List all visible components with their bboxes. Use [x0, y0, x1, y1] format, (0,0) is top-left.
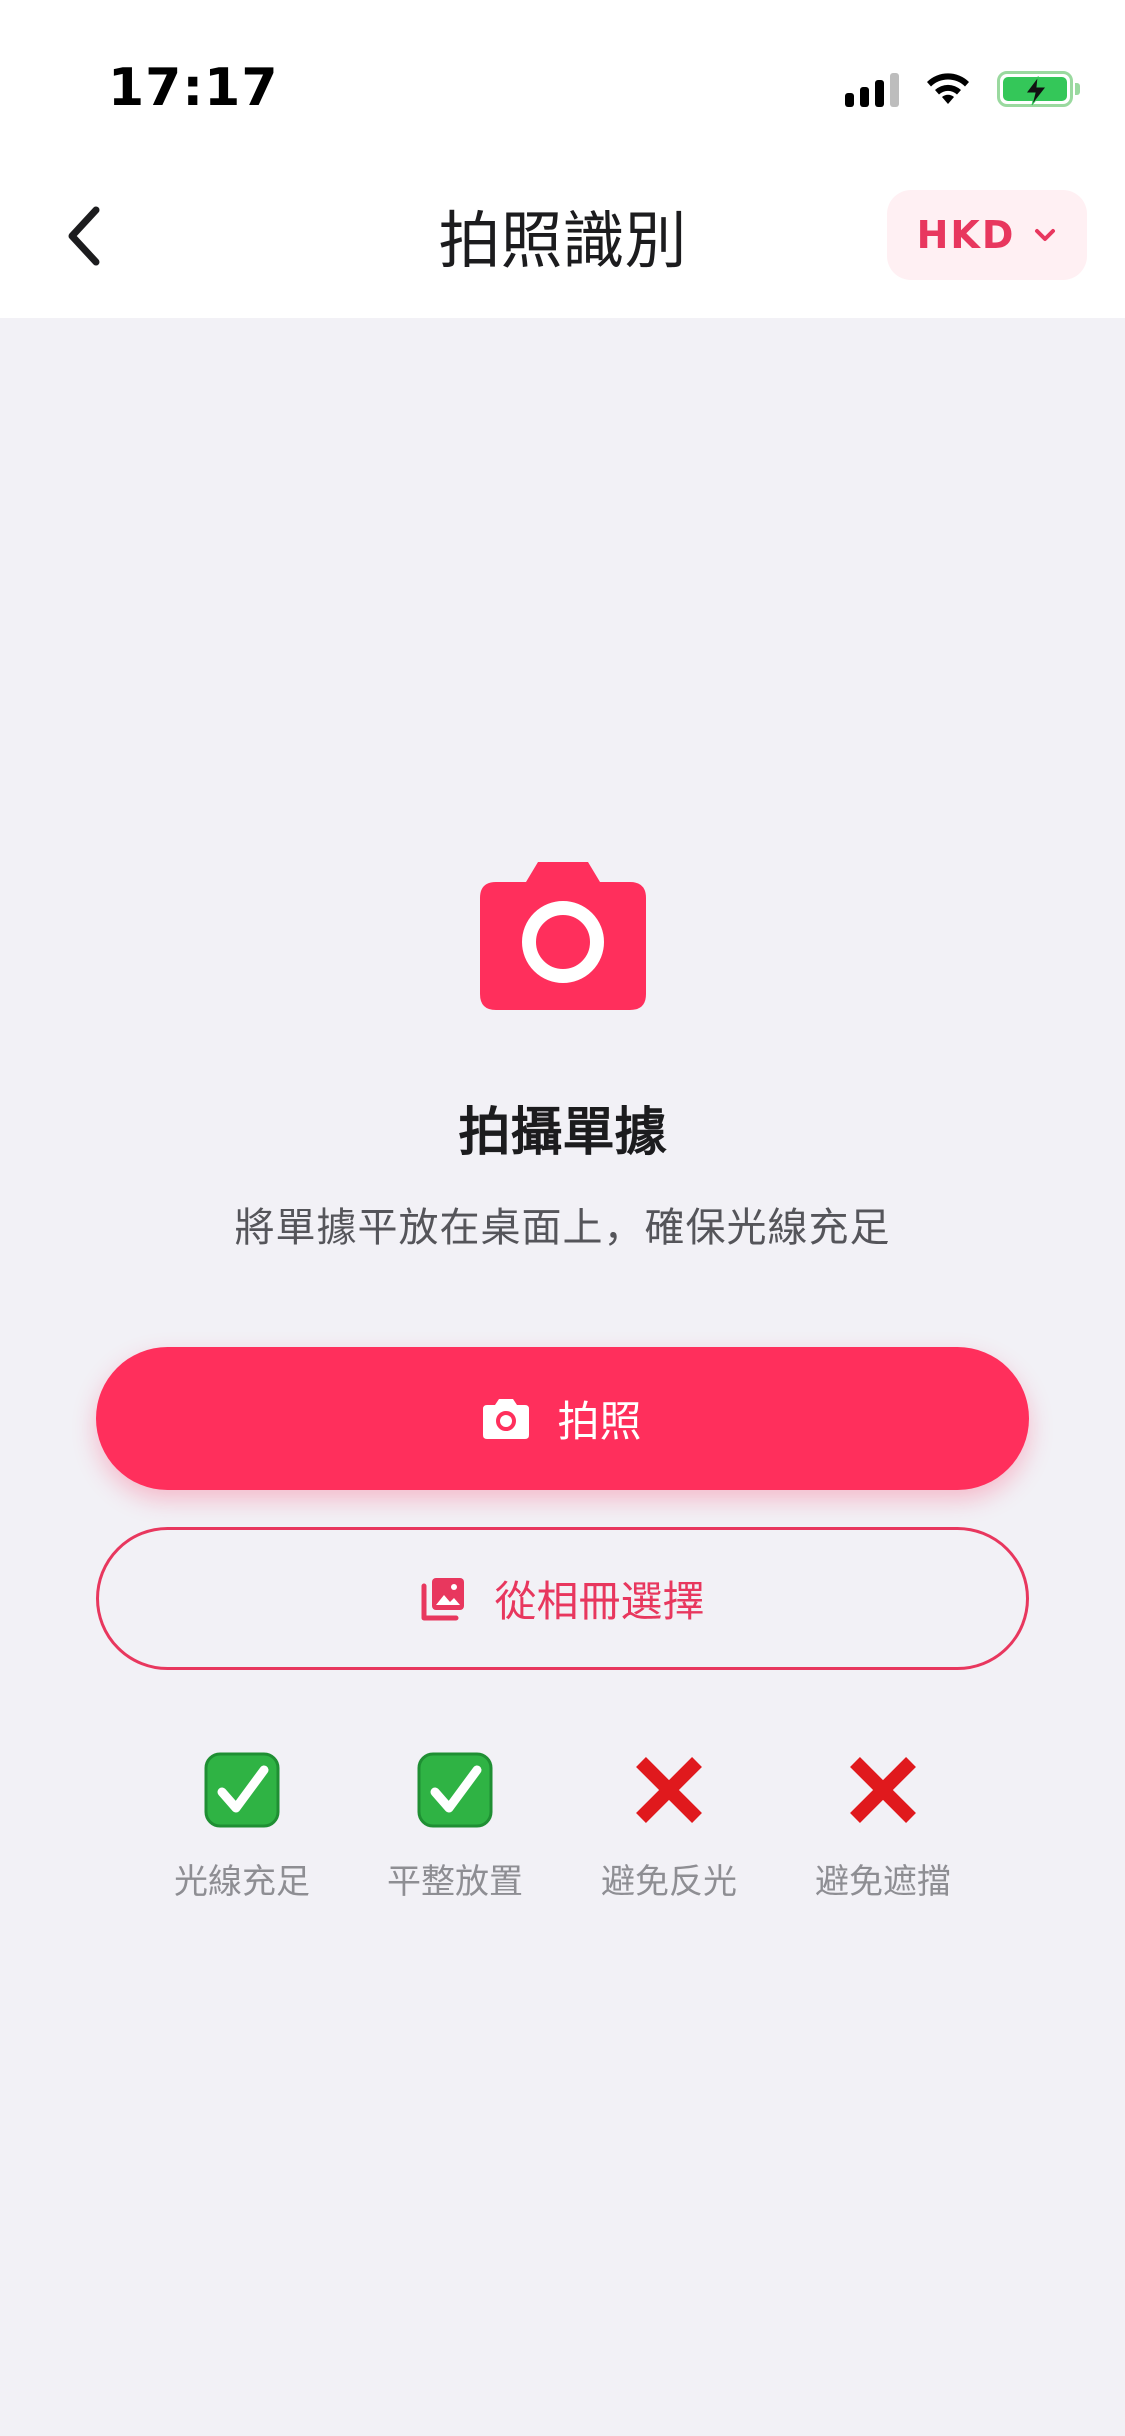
tip-label: 平整放置	[387, 1862, 523, 1902]
tip-item: 避免遮擋	[793, 1752, 973, 1903]
status-time: 17:17	[108, 58, 279, 118]
chevron-left-icon	[68, 206, 100, 266]
tip-item: 光線充足	[152, 1752, 332, 1903]
currency-selector[interactable]: HKD	[887, 190, 1087, 280]
tip-label: 避免反光	[601, 1862, 737, 1902]
section-heading: 拍攝單據	[458, 1103, 667, 1163]
header: 17:17 拍照識別 HKD	[0, 0, 1125, 318]
currency-label: HKD	[916, 213, 1016, 257]
status-icons	[845, 64, 1080, 114]
choose-from-album-button[interactable]: 從相冊選擇	[96, 1527, 1029, 1670]
tip-label: 光線充足	[174, 1862, 310, 1902]
check-mark-icon	[417, 1752, 493, 1828]
check-mark-icon	[204, 1752, 280, 1828]
tip-item: 平整放置	[365, 1752, 545, 1903]
cross-mark-icon	[850, 1757, 916, 1823]
take-photo-label: 拍照	[557, 1397, 642, 1446]
back-button[interactable]	[54, 196, 114, 276]
photo-tips: 光線充足 平整放置 避免反光 避免遮擋	[0, 1752, 1125, 1912]
chevron-down-icon	[1035, 229, 1056, 241]
cross-mark-icon	[636, 1757, 702, 1823]
tip-item: 避免反光	[579, 1752, 759, 1903]
camera-icon	[480, 862, 646, 1010]
battery-charging-icon	[997, 71, 1080, 107]
photo-library-icon	[421, 1577, 465, 1620]
camera-icon	[483, 1398, 530, 1439]
wifi-icon	[927, 73, 969, 104]
cellular-signal-icon	[845, 71, 899, 107]
take-photo-button[interactable]: 拍照	[96, 1347, 1029, 1490]
choose-from-album-label: 從相冊選擇	[494, 1577, 705, 1626]
tip-label: 避免遮擋	[815, 1862, 951, 1902]
instruction-text: 將單據平放在桌面上，確保光線充足	[234, 1205, 891, 1251]
